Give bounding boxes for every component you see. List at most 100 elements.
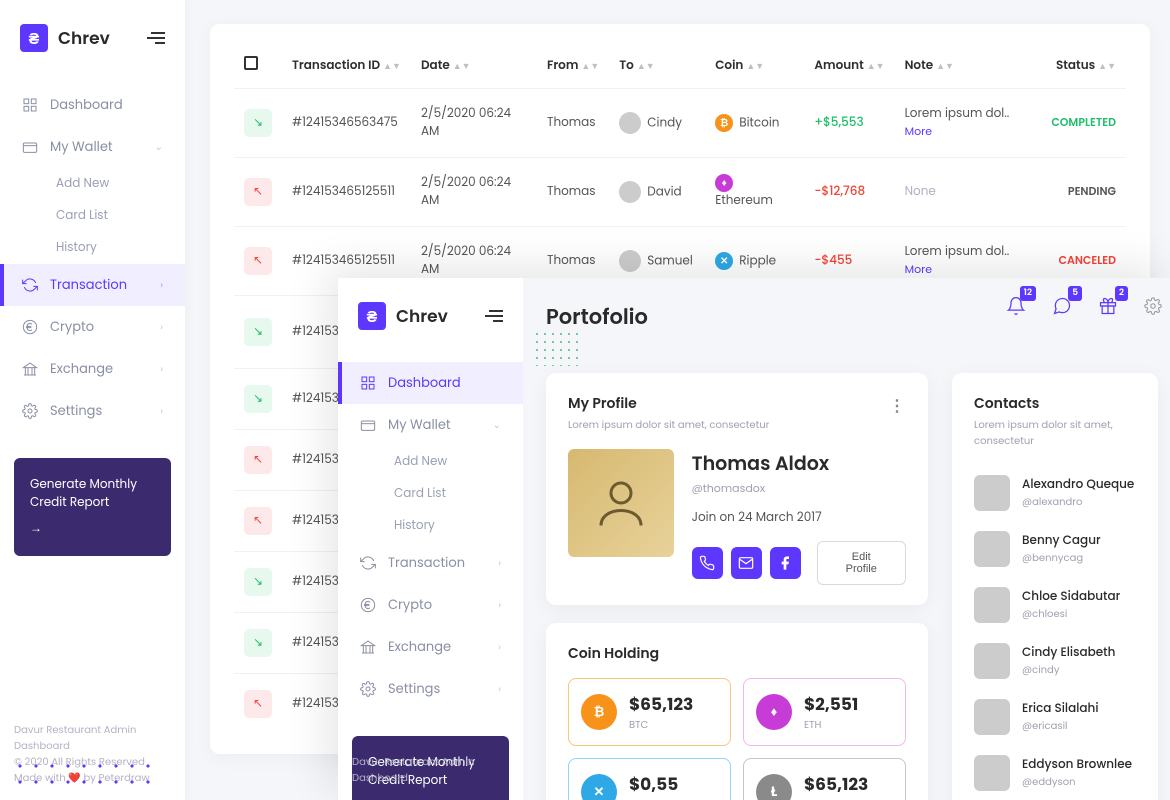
contact-name: Erica Silalahi xyxy=(1022,700,1099,718)
nav: Dashboard My Wallet⌄Add NewCard ListHisto… xyxy=(0,76,185,440)
sidebar-item-settings[interactable]: Settings› xyxy=(0,390,185,432)
facebook-button[interactable] xyxy=(770,547,801,579)
holding-symbol: BTC xyxy=(629,717,693,733)
sidebar-item-settings[interactable]: Settings› xyxy=(338,668,523,710)
sidebar-sub-history[interactable]: History xyxy=(394,510,523,542)
contact-row[interactable]: Benny Cagur@bennycag xyxy=(974,521,1136,577)
sidebar-item-crypto[interactable]: Crypto› xyxy=(338,584,523,626)
contacts-title: Contacts xyxy=(974,393,1039,414)
report-card[interactable]: Generate Monthly Credit Report → xyxy=(14,458,171,556)
gear-icon xyxy=(360,681,376,697)
contact-name: Chloe Sidabutar xyxy=(1022,588,1120,606)
txn-note: Lorem ipsum dol.. More xyxy=(895,89,1042,158)
decorative-dots xyxy=(12,758,152,788)
holding-value: $2,551 xyxy=(804,691,858,717)
grid-icon xyxy=(360,375,376,391)
sidebar-item-label: My Wallet xyxy=(388,415,451,435)
settings-icon[interactable] xyxy=(1144,297,1162,321)
contact-row[interactable]: Erica Silalahi@ericasil xyxy=(974,689,1136,745)
col-check[interactable] xyxy=(234,44,282,89)
sidebar: ₴ Chrev Dashboard My Wallet⌄Add NewCard L… xyxy=(338,278,523,800)
contact-row[interactable]: Alexandro Queque@alexandro xyxy=(974,465,1136,521)
holding-eth[interactable]: ♦$2,551ETH xyxy=(743,678,906,746)
more-link[interactable]: More xyxy=(905,261,932,277)
gift-icon[interactable]: 2 xyxy=(1098,296,1118,322)
more-link[interactable]: More xyxy=(905,123,932,139)
txn-id: #12415346563475 xyxy=(282,89,411,158)
sidebar-item-label: Crypto xyxy=(388,595,432,615)
sidebar-item-my-wallet[interactable]: My Wallet⌄ xyxy=(338,404,523,446)
contact-handle: @chloesi xyxy=(1022,606,1120,622)
menu-toggle-icon[interactable] xyxy=(147,29,165,47)
report-line2: Credit Report xyxy=(30,494,155,512)
avatar xyxy=(974,699,1010,735)
col-From[interactable]: From▲▼ xyxy=(537,44,609,89)
holding-ltc[interactable]: Ł$65,123LTC xyxy=(743,758,906,800)
holding-rpl[interactable]: ✕$0,55RPL xyxy=(568,758,731,800)
table-row[interactable]: ↘#124153465634752/5/2020 06:24 AMThomasC… xyxy=(234,89,1126,158)
sidebar-item-crypto[interactable]: Crypto› xyxy=(0,306,185,348)
avatar xyxy=(974,475,1010,511)
portfolio-main: Portofolio 1252 My Profile Lorem ipsum d… xyxy=(538,278,1170,800)
profile-name: Thomas Aldox xyxy=(692,449,906,478)
footer-line: Davur Restaurant Admin Dashboard xyxy=(352,754,523,786)
coin-icon: ✕ xyxy=(581,774,617,800)
holding-value: $65,123 xyxy=(804,771,868,797)
chat-icon[interactable]: 5 xyxy=(1052,296,1072,322)
checkbox-icon[interactable] xyxy=(244,56,258,70)
holding-value: $0,55 xyxy=(629,771,678,797)
contact-row[interactable]: Cindy Elisabeth@cindy xyxy=(974,633,1136,689)
txn-status: COMPLETED xyxy=(1041,89,1126,158)
sidebar-sub-add-new[interactable]: Add New xyxy=(56,168,185,200)
logo-row: ₴ Chrev xyxy=(0,0,185,76)
coin-icon: ₿ xyxy=(581,694,617,730)
sidebar-sub-add-new[interactable]: Add New xyxy=(394,446,523,478)
sidebar-item-transaction[interactable]: Transaction› xyxy=(0,264,185,306)
sidebar-item-transaction[interactable]: Transaction› xyxy=(338,542,523,584)
mail-button[interactable] xyxy=(731,547,762,579)
kebab-icon[interactable]: ⋮ xyxy=(889,393,906,418)
bell-icon[interactable]: 12 xyxy=(1006,296,1026,322)
sidebar-item-dashboard[interactable]: Dashboard xyxy=(338,362,523,404)
direction-out-icon: ↖ xyxy=(244,507,272,535)
phone-button[interactable] xyxy=(692,547,723,579)
sidebar-item-dashboard[interactable]: Dashboard xyxy=(0,84,185,126)
table-row[interactable]: ↖#1241534651255112/5/2020 06:24 AMThomas… xyxy=(234,158,1126,227)
brand-name: Chrev xyxy=(58,25,110,51)
logo-row: ₴ Chrev xyxy=(338,278,523,354)
profile-card-title: My Profile xyxy=(568,393,769,414)
col-Status[interactable]: Status▲▼ xyxy=(1041,44,1126,89)
menu-toggle-icon[interactable] xyxy=(485,307,503,325)
sidebar-item-label: Dashboard xyxy=(50,95,123,115)
col-Note[interactable]: Note▲▼ xyxy=(895,44,1042,89)
rotate-icon xyxy=(22,277,38,293)
chevron-icon: › xyxy=(160,319,163,335)
coin-icon: ♦ xyxy=(756,694,792,730)
holding-btc[interactable]: ₿$65,123BTC xyxy=(568,678,731,746)
sidebar-sub-card-list[interactable]: Card List xyxy=(394,478,523,510)
col-To[interactable]: To▲▼ xyxy=(609,44,705,89)
sidebar-item-my-wallet[interactable]: My Wallet⌄ xyxy=(0,126,185,168)
txn-note: None xyxy=(895,158,1042,227)
direction-in-icon: ↘ xyxy=(244,109,272,137)
contact-row[interactable]: Chloe Sidabutar@chloesi xyxy=(974,577,1136,633)
report-line1: Generate Monthly xyxy=(30,476,155,494)
col-Amount[interactable]: Amount▲▼ xyxy=(804,44,894,89)
profile-avatar xyxy=(568,449,674,557)
txn-amount: +$5,553 xyxy=(804,89,894,158)
direction-out-icon: ↖ xyxy=(244,690,272,718)
col-Coin[interactable]: Coin▲▼ xyxy=(705,44,804,89)
sidebar-item-label: Dashboard xyxy=(388,373,461,393)
euro-icon xyxy=(360,597,376,613)
sidebar-sub-history[interactable]: History xyxy=(56,232,185,264)
sidebar-sub-card-list[interactable]: Card List xyxy=(56,200,185,232)
gear-icon xyxy=(22,403,38,419)
edit-profile-button[interactable]: Edit Profile xyxy=(817,541,906,585)
col-Transaction ID[interactable]: Transaction ID▲▼ xyxy=(282,44,411,89)
grid-icon xyxy=(22,97,38,113)
sidebar-item-exchange[interactable]: Exchange› xyxy=(0,348,185,390)
contacts-sub: Lorem ipsum dolor sit amet, consectetur xyxy=(974,417,1136,449)
col-Date[interactable]: Date▲▼ xyxy=(411,44,537,89)
contact-row[interactable]: Eddyson Brownlee@eddyson xyxy=(974,745,1136,800)
sidebar-item-exchange[interactable]: Exchange› xyxy=(338,626,523,668)
